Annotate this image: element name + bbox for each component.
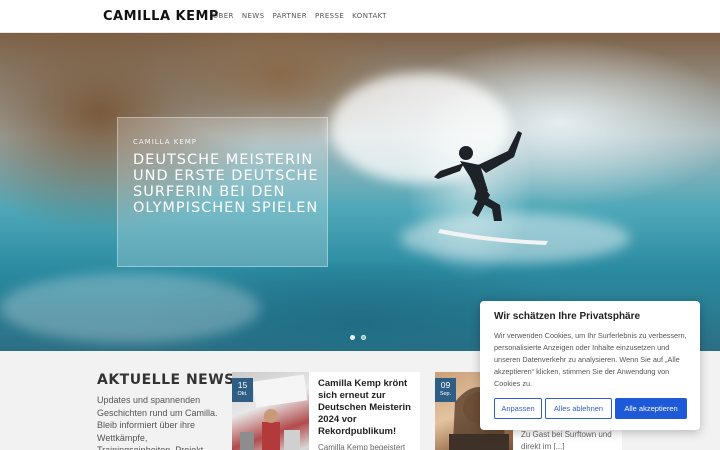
page: CAMILLA KEMP ÜBER NEWS PARTNER PRESSE KO…	[0, 0, 720, 450]
cookie-customize-button[interactable]: Anpassen	[494, 398, 542, 419]
cookie-title: Wir schätzen Ihre Privatsphäre	[494, 311, 641, 322]
news-card-title[interactable]: Camilla Kemp krönt sich erneut zur Deuts…	[318, 378, 414, 438]
nav-item-news[interactable]: NEWS	[242, 12, 265, 20]
nav-item-ueber[interactable]: ÜBER	[213, 12, 234, 20]
news-card-image[interactable]: 15 Okt.	[232, 372, 309, 450]
date-month: Okt.	[237, 391, 248, 397]
site-logo[interactable]: CAMILLA KEMP	[103, 9, 219, 24]
main-nav: ÜBER NEWS PARTNER PRESSE KONTAKT	[213, 12, 387, 20]
surfer-image	[434, 131, 548, 245]
news-card-excerpt: Camilla Kemp begeistert	[318, 443, 406, 450]
date-day: 15	[237, 380, 248, 390]
news-heading: AKTUELLE NEWS	[97, 372, 235, 388]
news-card-excerpt: Zu Gast bei Surftown und direkt im [...]	[521, 430, 612, 450]
news-card[interactable]: 15 Okt. Camilla Kemp krönt sich erneut z…	[232, 372, 420, 450]
hero-title: DEUTSCHE MEISTERIN UND ERSTE DEUTSCHE SU…	[133, 152, 319, 216]
hero-kicker: CAMILLA KEMP	[133, 138, 198, 146]
cookie-consent-banner: Wir schätzen Ihre Privatsphäre Wir verwe…	[480, 301, 700, 430]
date-badge: 09 Sep.	[435, 378, 456, 402]
nav-item-kontakt[interactable]: KONTAKT	[352, 12, 387, 20]
slider-dot-1[interactable]	[350, 335, 355, 340]
slider-dots	[350, 335, 366, 340]
nav-item-partner[interactable]: PARTNER	[272, 12, 307, 20]
date-day: 09	[440, 380, 451, 390]
nav-item-presse[interactable]: PRESSE	[315, 12, 344, 20]
date-month: Sep.	[439, 391, 452, 397]
news-intro: Updates und spannenden Geschichten rund …	[97, 395, 218, 450]
date-badge: 15 Okt.	[232, 378, 253, 402]
site-header: CAMILLA KEMP ÜBER NEWS PARTNER PRESSE KO…	[0, 0, 720, 33]
cookie-accept-all-button[interactable]: Alle akzeptieren	[615, 398, 687, 419]
hero-caption-box: CAMILLA KEMP DEUTSCHE MEISTERIN UND ERST…	[117, 117, 328, 267]
slider-dot-2[interactable]	[361, 335, 366, 340]
cookie-text: Wir verwenden Cookies, um Ihr Surferlebn…	[494, 331, 687, 388]
cookie-reject-all-button[interactable]: Alles ablehnen	[545, 398, 612, 419]
wave-whitewater	[0, 273, 260, 343]
